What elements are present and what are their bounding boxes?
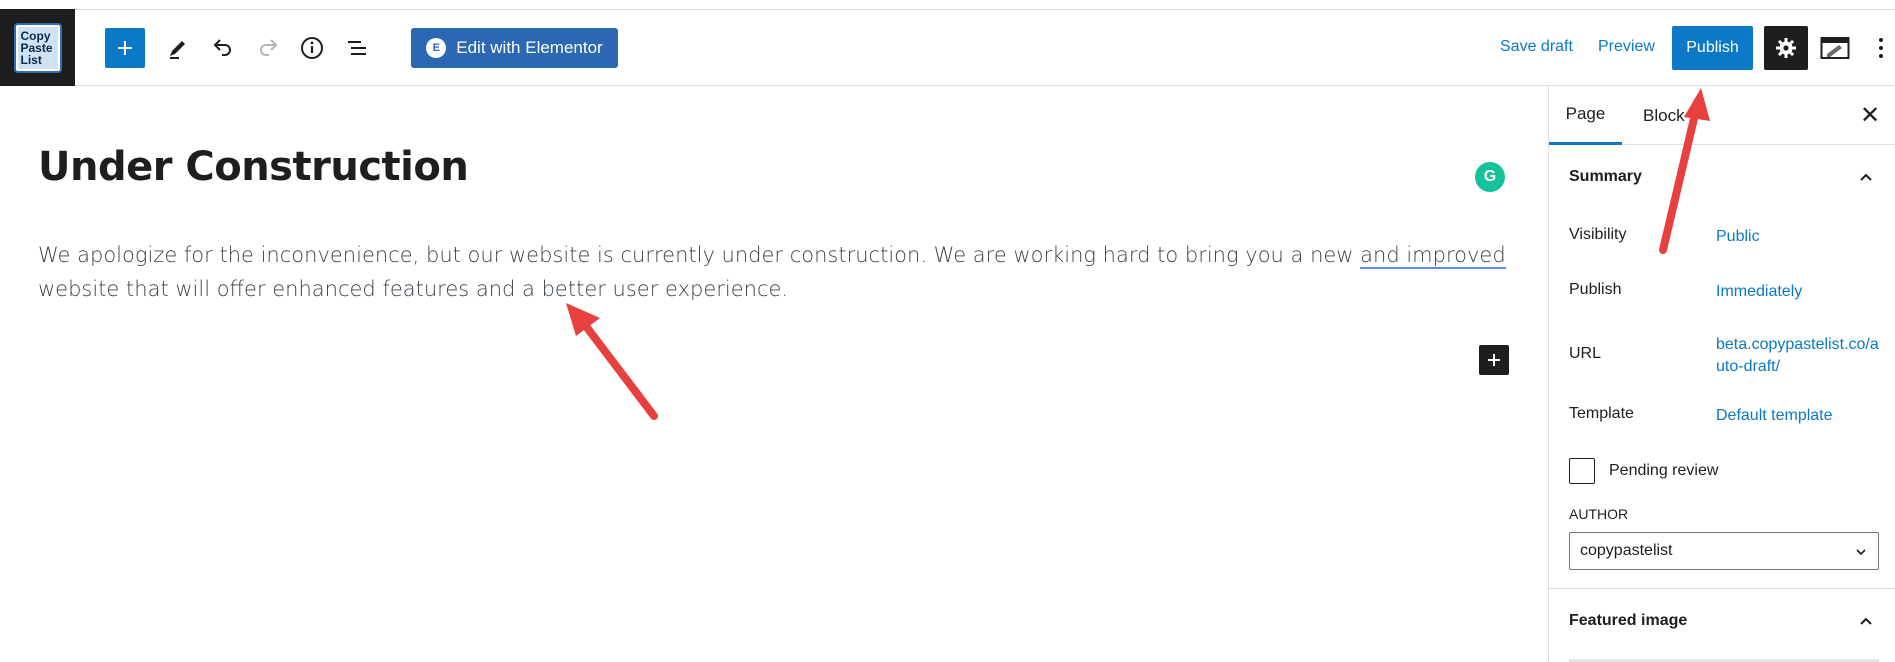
more-vertical-icon bbox=[1879, 38, 1883, 58]
site-logo[interactable]: Copy Paste List bbox=[0, 9, 75, 86]
summary-title: Summary bbox=[1569, 168, 1642, 185]
visibility-label: Visibility bbox=[1569, 226, 1627, 243]
publish-date-toggle[interactable]: Immediately bbox=[1716, 281, 1886, 303]
logo-line-3: List bbox=[20, 52, 42, 67]
preview-button[interactable]: Preview bbox=[1598, 38, 1655, 56]
publish-button[interactable]: Publish bbox=[1672, 26, 1753, 70]
url-label: URL bbox=[1569, 345, 1602, 362]
plus-icon bbox=[118, 41, 132, 55]
paragraph-text-end: website that will offer enhanced feature… bbox=[38, 277, 789, 301]
undo-icon bbox=[213, 39, 231, 56]
chevron-up-icon bbox=[1860, 173, 1872, 181]
publish-label: Publish bbox=[1569, 281, 1622, 298]
featured-image-panel-toggle[interactable]: Featured image bbox=[1549, 588, 1895, 652]
elementor-panel-icon bbox=[1820, 37, 1850, 59]
logo-line-2: Paste bbox=[20, 40, 53, 55]
tools-button[interactable] bbox=[160, 28, 196, 68]
inline-add-block-button[interactable] bbox=[1479, 345, 1509, 375]
details-button[interactable] bbox=[294, 28, 330, 68]
logo-line-1: Copy bbox=[20, 28, 51, 43]
visibility-toggle[interactable]: Public bbox=[1716, 226, 1886, 248]
info-icon bbox=[301, 37, 323, 59]
summary-panel-toggle[interactable]: Summary bbox=[1549, 145, 1895, 209]
redo-button[interactable] bbox=[250, 28, 286, 68]
settings-button[interactable] bbox=[1764, 26, 1808, 70]
redo-icon bbox=[260, 39, 278, 56]
options-menu-button[interactable] bbox=[1870, 28, 1892, 68]
author-value: copypastelist bbox=[1580, 542, 1673, 559]
add-block-button[interactable] bbox=[105, 28, 145, 68]
sidebar-tabs: Page Block ✕ bbox=[1549, 86, 1895, 145]
chevron-up-icon bbox=[1860, 617, 1872, 625]
undo-button[interactable] bbox=[205, 28, 241, 68]
close-icon: ✕ bbox=[1859, 101, 1881, 129]
pencil-icon bbox=[170, 41, 185, 59]
grammar-underlined-text[interactable]: and improved bbox=[1360, 243, 1506, 269]
url-toggle[interactable]: beta.copypastelist.co/auto-draft/ bbox=[1716, 334, 1886, 378]
template-label: Template bbox=[1569, 405, 1634, 422]
paragraph-text: We apologize for the inconvenience, but … bbox=[38, 243, 1361, 267]
edit-with-elementor-button[interactable]: E Edit with Elementor bbox=[411, 28, 618, 68]
elementor-icon: E bbox=[426, 38, 447, 58]
editor-canvas: Under Construction G We apologize for th… bbox=[0, 86, 1548, 662]
post-title[interactable]: Under Construction bbox=[38, 144, 469, 190]
pending-review-checkbox[interactable] bbox=[1569, 458, 1595, 484]
settings-sidebar: Page Block ✕ Summary Visibility Public P… bbox=[1548, 86, 1895, 662]
save-draft-button[interactable]: Save draft bbox=[1500, 38, 1573, 56]
author-label: AUTHOR bbox=[1569, 506, 1629, 522]
pending-review-option[interactable]: Pending review bbox=[1569, 458, 1718, 484]
template-toggle[interactable]: Default template bbox=[1716, 405, 1886, 427]
pending-review-label: Pending review bbox=[1609, 462, 1719, 479]
featured-image-title: Featured image bbox=[1569, 611, 1688, 629]
copypastelist-logo-icon: Copy Paste List bbox=[15, 24, 60, 71]
chevron-down-icon bbox=[1856, 549, 1866, 556]
tab-page[interactable]: Page bbox=[1549, 86, 1622, 145]
elementor-panel-button[interactable] bbox=[1815, 28, 1855, 68]
edit-with-elementor-label: Edit with Elementor bbox=[456, 38, 603, 57]
list-view-button[interactable] bbox=[339, 28, 375, 68]
paragraph-block[interactable]: We apologize for the inconvenience, but … bbox=[38, 238, 1518, 306]
editor-top-bar: Copy Paste List E Edit with Elementor Sa… bbox=[0, 0, 1895, 86]
grammarly-icon[interactable]: G bbox=[1475, 162, 1505, 192]
plus-icon bbox=[1488, 354, 1500, 366]
settings-gear-icon bbox=[1776, 38, 1796, 58]
tab-block[interactable]: Block bbox=[1643, 86, 1685, 145]
close-sidebar-button[interactable]: ✕ bbox=[1855, 100, 1885, 130]
list-view-icon bbox=[348, 41, 366, 55]
author-select[interactable]: copypastelist bbox=[1569, 532, 1879, 570]
